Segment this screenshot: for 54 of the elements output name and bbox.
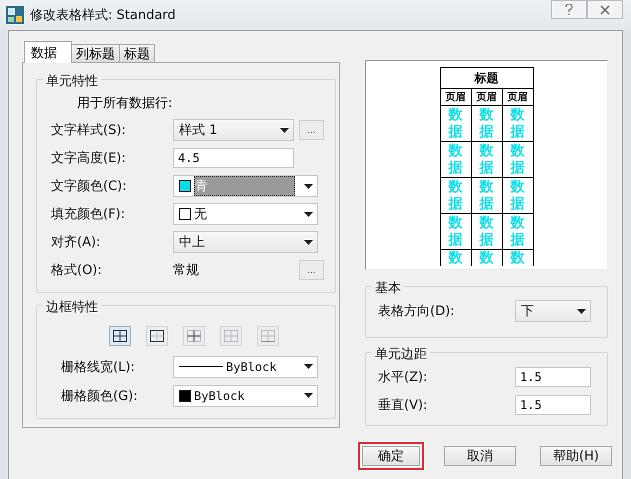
preview-data: 数据 — [448, 215, 462, 248]
group-title: 单元边距 — [372, 345, 430, 363]
preview-data: 数据 — [480, 107, 494, 140]
window-title: 修改表格样式: Standard — [30, 7, 177, 24]
group-note: 用于所有数据行: — [76, 95, 174, 113]
dropdown[interactable]: ByBlock — [173, 356, 318, 378]
format-value: 常规 — [173, 262, 200, 279]
field-label: 对齐(A): — [51, 234, 102, 251]
preview-data: 数据 — [510, 143, 524, 176]
field-label: 栅格颜色(G): — [61, 388, 139, 404]
preview-header: 页眉 — [476, 92, 496, 103]
preview-data: 数据 — [448, 107, 462, 140]
preview-data: 数据 — [480, 143, 494, 176]
input-field[interactable]: 1.5 — [515, 395, 591, 415]
preview-data: 数据 — [510, 107, 524, 140]
preview-header: 页眉 — [446, 92, 466, 103]
field-label: 文字样式(S): — [51, 122, 127, 139]
tab[interactable]: 标题 — [119, 44, 155, 62]
dropdown[interactable]: 下 — [515, 300, 591, 322]
tab[interactable]: 列标题 — [71, 44, 120, 62]
field-label: 文字高度(E): — [51, 150, 127, 167]
input-field[interactable]: 4.5 — [173, 148, 294, 168]
field-label: 表格方向(D): — [378, 303, 456, 320]
dropdown[interactable]: 中上 — [173, 231, 318, 253]
preview-data: 数据 — [448, 179, 462, 212]
dropdown[interactable]: 样式 1 — [173, 119, 294, 141]
more-button[interactable]: ... — [299, 260, 324, 280]
preview-header: 页眉 — [508, 92, 528, 103]
field-label: 格式(O): — [51, 262, 103, 279]
group-title: 单元特性 — [43, 72, 101, 90]
more-button[interactable]: ... — [299, 120, 324, 140]
preview-data: 数据 — [480, 179, 494, 212]
field-label: 填充颜色(F): — [51, 206, 126, 223]
dialog-button[interactable]: 帮助(H) — [540, 446, 612, 466]
preview-title: 标题 — [474, 70, 498, 84]
dialog-button[interactable]: 确定 — [362, 446, 420, 466]
dialog-button[interactable]: 取消 — [444, 446, 516, 466]
group-title: 边框特性 — [43, 298, 101, 316]
tab[interactable]: 数据 — [24, 41, 72, 63]
preview-data: 数 — [448, 250, 462, 266]
input-field[interactable]: 1.5 — [515, 367, 591, 387]
field-label: 垂直(V): — [378, 397, 428, 414]
field-label: 水平(Z): — [378, 369, 428, 386]
preview-data: 数据 — [448, 143, 462, 176]
field-label: 文字颜色(C): — [51, 178, 128, 195]
field-label: 栅格线宽(L): — [61, 358, 136, 376]
preview-data: 数据 — [480, 215, 494, 248]
preview-data: 数 — [510, 250, 524, 266]
preview-data: 数 — [480, 250, 494, 266]
preview-data: 数据 — [510, 215, 524, 248]
dropdown[interactable]: ByBlock — [173, 384, 318, 406]
group-title: 基本 — [372, 279, 404, 297]
dropdown[interactable]: 无 — [173, 203, 318, 225]
preview-data: 数据 — [510, 179, 524, 212]
